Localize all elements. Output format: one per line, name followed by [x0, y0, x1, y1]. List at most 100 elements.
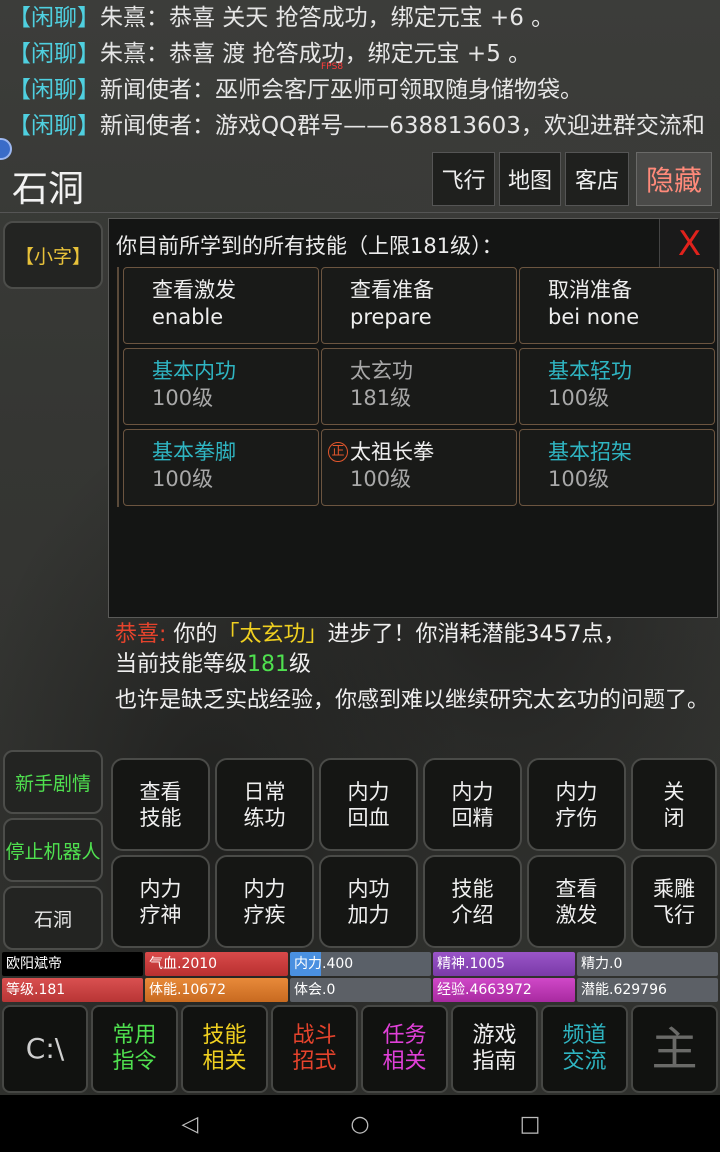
zheng-badge-icon: 正: [328, 442, 348, 462]
skill-name: 基本招架: [548, 440, 632, 464]
skill-item[interactable]: 太玄功 181级: [321, 348, 517, 425]
skill-item[interactable]: 基本拳脚 100级: [123, 429, 319, 506]
bei-none-button[interactable]: 取消准备 bei none: [519, 267, 715, 344]
action-label: 内力: [555, 779, 598, 804]
congrats-label: 恭喜:: [115, 622, 167, 647]
qixue-bar: 气血.2010: [145, 952, 288, 976]
skill-item[interactable]: 基本内功 100级: [123, 348, 319, 425]
chat-text: 朱熹：恭喜 渡 抢答成功，绑定元宝 +5 。: [100, 41, 532, 67]
action-label: 疗伤: [555, 805, 598, 830]
action-label: 疗疾: [243, 902, 286, 927]
bm-label: 招式: [292, 1049, 337, 1074]
action-label: 内力: [347, 779, 390, 804]
message-line: 当前技能等级181级: [115, 650, 715, 680]
level-bar: 等级.181: [2, 978, 143, 1002]
enable-button[interactable]: 查看激发 enable: [123, 267, 319, 344]
cell-label: 取消准备: [548, 278, 632, 302]
chat-log[interactable]: 【闲聊】朱熹：恭喜 关天 抢答成功，绑定元宝 +6 。 【闲聊】朱熹：恭喜 渡 …: [0, 0, 720, 146]
common-commands-button[interactable]: 常用 指令: [91, 1005, 178, 1093]
cell-sublabel: bei none: [548, 305, 640, 329]
action-label: 查看: [139, 779, 182, 804]
skill-name: 基本内功: [152, 359, 236, 383]
bm-label: 常用: [112, 1023, 157, 1048]
skill-item[interactable]: 基本招架 100级: [519, 429, 715, 506]
chat-line: 【闲聊】朱熹：恭喜 渡 抢答成功，绑定元宝 +5 。: [8, 36, 720, 72]
skill-level: 100级: [152, 467, 214, 491]
bm-label: 相关: [202, 1049, 247, 1074]
chat-channel: 【闲聊】: [8, 5, 100, 31]
quest-related-button[interactable]: 任务 相关: [361, 1005, 448, 1093]
action-label: 激发: [555, 902, 598, 927]
close-panel-button[interactable]: X: [659, 219, 719, 269]
map-button[interactable]: 地图: [499, 152, 561, 206]
action-button[interactable]: 技能 介绍: [423, 855, 522, 948]
skill-level: 100级: [152, 386, 214, 410]
message-text: 当前技能等级: [115, 652, 248, 677]
chat-line: 【闲聊】朱熹：恭喜 关天 抢答成功，绑定元宝 +6 。: [8, 0, 720, 36]
cave-location-button[interactable]: 石洞: [3, 886, 103, 950]
action-label: 回精: [451, 805, 494, 830]
action-button[interactable]: 乘雕 飞行: [631, 855, 717, 948]
channel-chat-button[interactable]: 频道 交流: [541, 1005, 628, 1093]
fly-button[interactable]: 飞行: [432, 152, 495, 206]
skill-item[interactable]: 正 太祖长拳 100级: [321, 429, 517, 506]
skill-level: 181级: [350, 386, 412, 410]
chat-text: 新闻使者：巫师会客厅巫师可领取随身储物袋。: [100, 77, 583, 103]
skill-item[interactable]: 基本轻功 100级: [519, 348, 715, 425]
location-title: 石洞: [12, 169, 85, 210]
skills-related-button[interactable]: 技能 相关: [181, 1005, 268, 1093]
action-button[interactable]: 内功 加力: [319, 855, 418, 948]
console-icon: C:\: [25, 1032, 65, 1065]
tihui-bar: 体会.0: [290, 978, 431, 1002]
combat-moves-button[interactable]: 战斗 招式: [271, 1005, 358, 1093]
home-icon[interactable]: ○: [345, 1110, 375, 1140]
skills-panel: 你目前所学到的所有技能（上限181级）： X 查看激发 enable 查看准备 …: [108, 218, 719, 618]
action-label: 内力: [139, 876, 182, 901]
jingyan-bar: 经验.4663972: [433, 978, 575, 1002]
action-button[interactable]: 内力 疗伤: [527, 758, 626, 851]
action-label: 练功: [243, 805, 286, 830]
level-value: 181: [247, 652, 290, 677]
inn-button[interactable]: 客店: [565, 152, 629, 206]
action-label: 技能: [139, 805, 182, 830]
bm-label: 交流: [562, 1049, 607, 1074]
chat-channel: 【闲聊】: [8, 77, 100, 103]
action-button[interactable]: 内力 疗神: [111, 855, 210, 948]
action-label: 回血: [347, 805, 390, 830]
tineng-bar: 体能.10672: [145, 978, 288, 1002]
action-button[interactable]: 日常 练功: [215, 758, 314, 851]
small-text-button[interactable]: 【小字】: [3, 221, 103, 289]
stop-robot-button[interactable]: 停止机器人: [3, 818, 103, 882]
action-label: 乘雕: [653, 876, 695, 901]
action-button[interactable]: 内力 回血: [319, 758, 418, 851]
main-menu-button[interactable]: 主: [631, 1005, 718, 1093]
console-button[interactable]: C:\: [2, 1005, 88, 1093]
cell-label: 查看准备: [350, 278, 434, 302]
player-name: 欧阳斌帝: [2, 952, 143, 976]
hide-button[interactable]: 隐藏: [636, 152, 712, 206]
back-icon[interactable]: ◁: [175, 1110, 205, 1140]
recents-icon[interactable]: □: [515, 1110, 545, 1140]
action-button[interactable]: 内力 疗疾: [215, 855, 314, 948]
action-button[interactable]: 查看 激发: [527, 855, 626, 948]
jingshen-bar: 精神.1005: [433, 952, 575, 976]
skill-level: 100级: [548, 467, 610, 491]
action-label: 技能: [451, 876, 494, 901]
action-label: 介绍: [451, 902, 494, 927]
chat-channel: 【闲聊】: [8, 41, 100, 67]
newbie-story-button[interactable]: 新手剧情: [3, 750, 103, 814]
action-label: 内力: [451, 779, 494, 804]
gear-main-icon: 主: [651, 1022, 698, 1076]
fps-counter: FPS8: [321, 62, 344, 72]
prepare-button[interactable]: 查看准备 prepare: [321, 267, 517, 344]
bm-label: 战斗: [292, 1023, 337, 1048]
message-text: 你的: [173, 622, 218, 647]
bm-label: 相关: [382, 1049, 427, 1074]
game-guide-button[interactable]: 游戏 指南: [451, 1005, 538, 1093]
message-line: 恭喜: 你的「太玄功」进步了！你消耗潜能3457点，: [115, 620, 715, 650]
header-divider: [0, 212, 720, 213]
cell-sublabel: enable: [152, 305, 224, 329]
action-button[interactable]: 查看 技能: [111, 758, 210, 851]
action-button[interactable]: 关闭: [631, 758, 717, 851]
action-button[interactable]: 内力 回精: [423, 758, 522, 851]
